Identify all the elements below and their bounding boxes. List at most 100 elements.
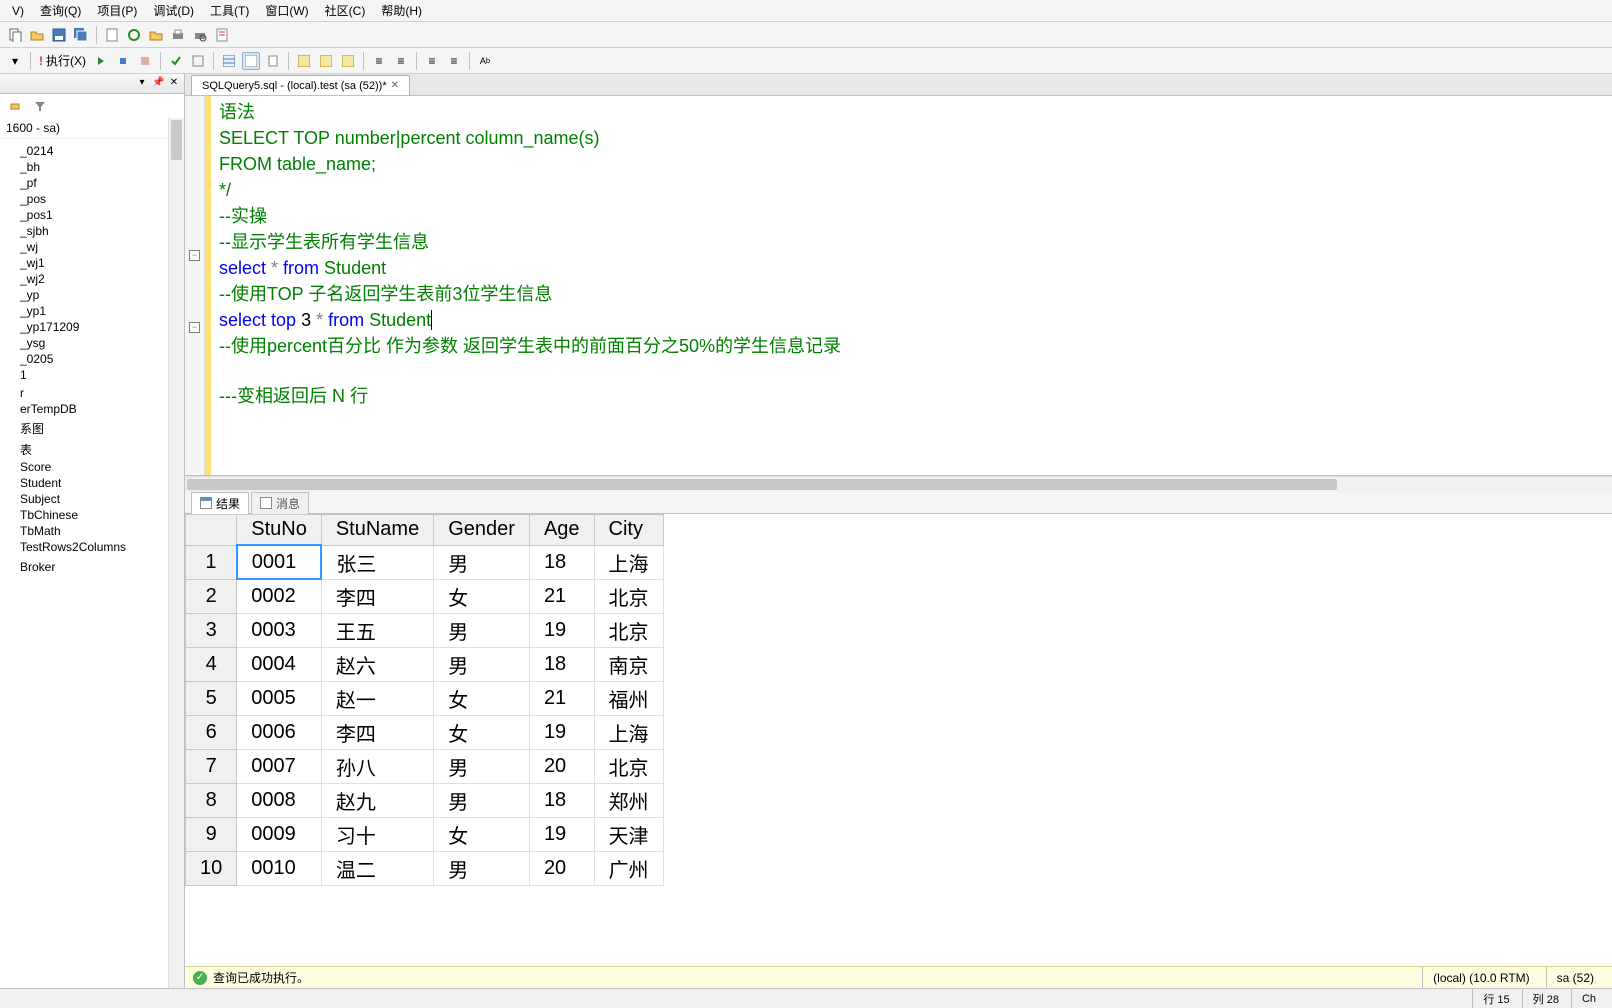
cell[interactable]: 赵九: [321, 783, 433, 817]
tree-item[interactable]: Broker: [2, 559, 182, 575]
tree-item[interactable]: 1: [2, 367, 182, 383]
tree-item[interactable]: _pos1: [2, 207, 182, 223]
cell[interactable]: 赵六: [321, 647, 433, 681]
cell[interactable]: 郑州: [594, 783, 663, 817]
column-header[interactable]: City: [594, 515, 663, 546]
cell[interactable]: 男: [434, 783, 530, 817]
menu-item[interactable]: 工具(T): [202, 0, 257, 21]
tree-item[interactable]: Score: [2, 459, 182, 475]
tree-item[interactable]: TestRows2Columns: [2, 539, 182, 555]
print-preview-icon[interactable]: [191, 26, 209, 44]
cell[interactable]: 0010: [237, 851, 322, 885]
cell[interactable]: 女: [434, 715, 530, 749]
menu-item[interactable]: 帮助(H): [373, 0, 430, 21]
cell[interactable]: 张三: [321, 545, 433, 579]
h-scrollbar[interactable]: [185, 476, 1612, 492]
cell[interactable]: 0008: [237, 783, 322, 817]
cell[interactable]: 习十: [321, 817, 433, 851]
cell[interactable]: 李四: [321, 715, 433, 749]
cell[interactable]: 广州: [594, 851, 663, 885]
tree-item[interactable]: _pf: [2, 175, 182, 191]
close-icon[interactable]: ✕: [168, 78, 180, 90]
tree-item[interactable]: TbMath: [2, 523, 182, 539]
stop-icon[interactable]: [136, 52, 154, 70]
cell[interactable]: 19: [529, 817, 594, 851]
cell[interactable]: 男: [434, 749, 530, 783]
table-row[interactable]: 30003王五男19北京: [186, 613, 664, 647]
cell[interactable]: 0003: [237, 613, 322, 647]
column-header[interactable]: StuNo: [237, 515, 322, 546]
tab-results[interactable]: 结果: [191, 492, 249, 514]
tree-item[interactable]: _wj: [2, 239, 182, 255]
results-file-icon[interactable]: [264, 52, 282, 70]
comment-icon[interactable]: ≡: [423, 52, 441, 70]
scrollbar[interactable]: [168, 118, 184, 988]
table-row[interactable]: 20002李四女21北京: [186, 579, 664, 613]
tree-item[interactable]: 表: [2, 440, 182, 459]
table-row[interactable]: 50005赵一女21福州: [186, 681, 664, 715]
pin-icon[interactable]: 📌: [152, 78, 164, 90]
case-icon[interactable]: Ab: [476, 52, 494, 70]
cell[interactable]: 0009: [237, 817, 322, 851]
menu-item[interactable]: 调试(D): [145, 0, 202, 21]
db-dropdown-icon[interactable]: ▾: [6, 52, 24, 70]
script-icon[interactable]: [213, 26, 231, 44]
table-row[interactable]: 40004赵六男18南京: [186, 647, 664, 681]
column-header[interactable]: Age: [529, 515, 594, 546]
connect-icon[interactable]: [6, 97, 24, 115]
print-icon[interactable]: [169, 26, 187, 44]
fold-icon[interactable]: −: [189, 250, 200, 261]
table-row[interactable]: 10001张三男18上海: [186, 545, 664, 579]
table-row[interactable]: 100010温二男20广州: [186, 851, 664, 885]
tree-item[interactable]: _0205: [2, 351, 182, 367]
tab-messages[interactable]: 消息: [251, 492, 309, 514]
new-query-icon[interactable]: [6, 26, 24, 44]
results-text-icon[interactable]: [242, 52, 260, 70]
cell[interactable]: 0004: [237, 647, 322, 681]
refresh-icon[interactable]: [125, 26, 143, 44]
results-grid[interactable]: StuNoStuNameGenderAgeCity10001张三男18上海200…: [185, 514, 1612, 966]
plan-icon[interactable]: [295, 52, 313, 70]
cell[interactable]: 上海: [594, 715, 663, 749]
debug-icon[interactable]: [114, 52, 132, 70]
cell[interactable]: 北京: [594, 613, 663, 647]
cell[interactable]: 南京: [594, 647, 663, 681]
tree-item[interactable]: _wj2: [2, 271, 182, 287]
cell[interactable]: 0006: [237, 715, 322, 749]
save-all-icon[interactable]: [72, 26, 90, 44]
cell[interactable]: 20: [529, 851, 594, 885]
tree-item[interactable]: 系图: [2, 419, 182, 438]
cell[interactable]: 福州: [594, 681, 663, 715]
code-content[interactable]: 语法 SELECT TOP number|percent column_name…: [211, 96, 1612, 475]
cell[interactable]: 男: [434, 545, 530, 579]
folder-icon[interactable]: [147, 26, 165, 44]
cell[interactable]: 男: [434, 647, 530, 681]
tree-item[interactable]: _0214: [2, 143, 182, 159]
table-row[interactable]: 70007孙八男20北京: [186, 749, 664, 783]
tab-close-icon[interactable]: ✕: [391, 80, 399, 91]
cell[interactable]: 女: [434, 681, 530, 715]
connection-node[interactable]: 1600 - sa): [0, 118, 184, 139]
cell[interactable]: 21: [529, 579, 594, 613]
tree-item[interactable]: _bh: [2, 159, 182, 175]
cell[interactable]: 0002: [237, 579, 322, 613]
tree-item[interactable]: Subject: [2, 491, 182, 507]
cell[interactable]: 0005: [237, 681, 322, 715]
results-grid-icon[interactable]: [220, 52, 238, 70]
cell[interactable]: 男: [434, 851, 530, 885]
plan3-icon[interactable]: [339, 52, 357, 70]
cell[interactable]: 女: [434, 579, 530, 613]
cell[interactable]: 19: [529, 715, 594, 749]
indent-right-icon[interactable]: ≡: [392, 52, 410, 70]
dropdown-icon[interactable]: ▾: [136, 78, 148, 90]
cell[interactable]: 18: [529, 647, 594, 681]
tree-item[interactable]: TbChinese: [2, 507, 182, 523]
menu-item[interactable]: V): [4, 2, 32, 20]
cell[interactable]: 21: [529, 681, 594, 715]
menu-item[interactable]: 项目(P): [89, 0, 145, 21]
play-icon[interactable]: [92, 52, 110, 70]
tree-item[interactable]: _wj1: [2, 255, 182, 271]
table-row[interactable]: 80008赵九男18郑州: [186, 783, 664, 817]
cell[interactable]: 男: [434, 613, 530, 647]
cell[interactable]: 女: [434, 817, 530, 851]
